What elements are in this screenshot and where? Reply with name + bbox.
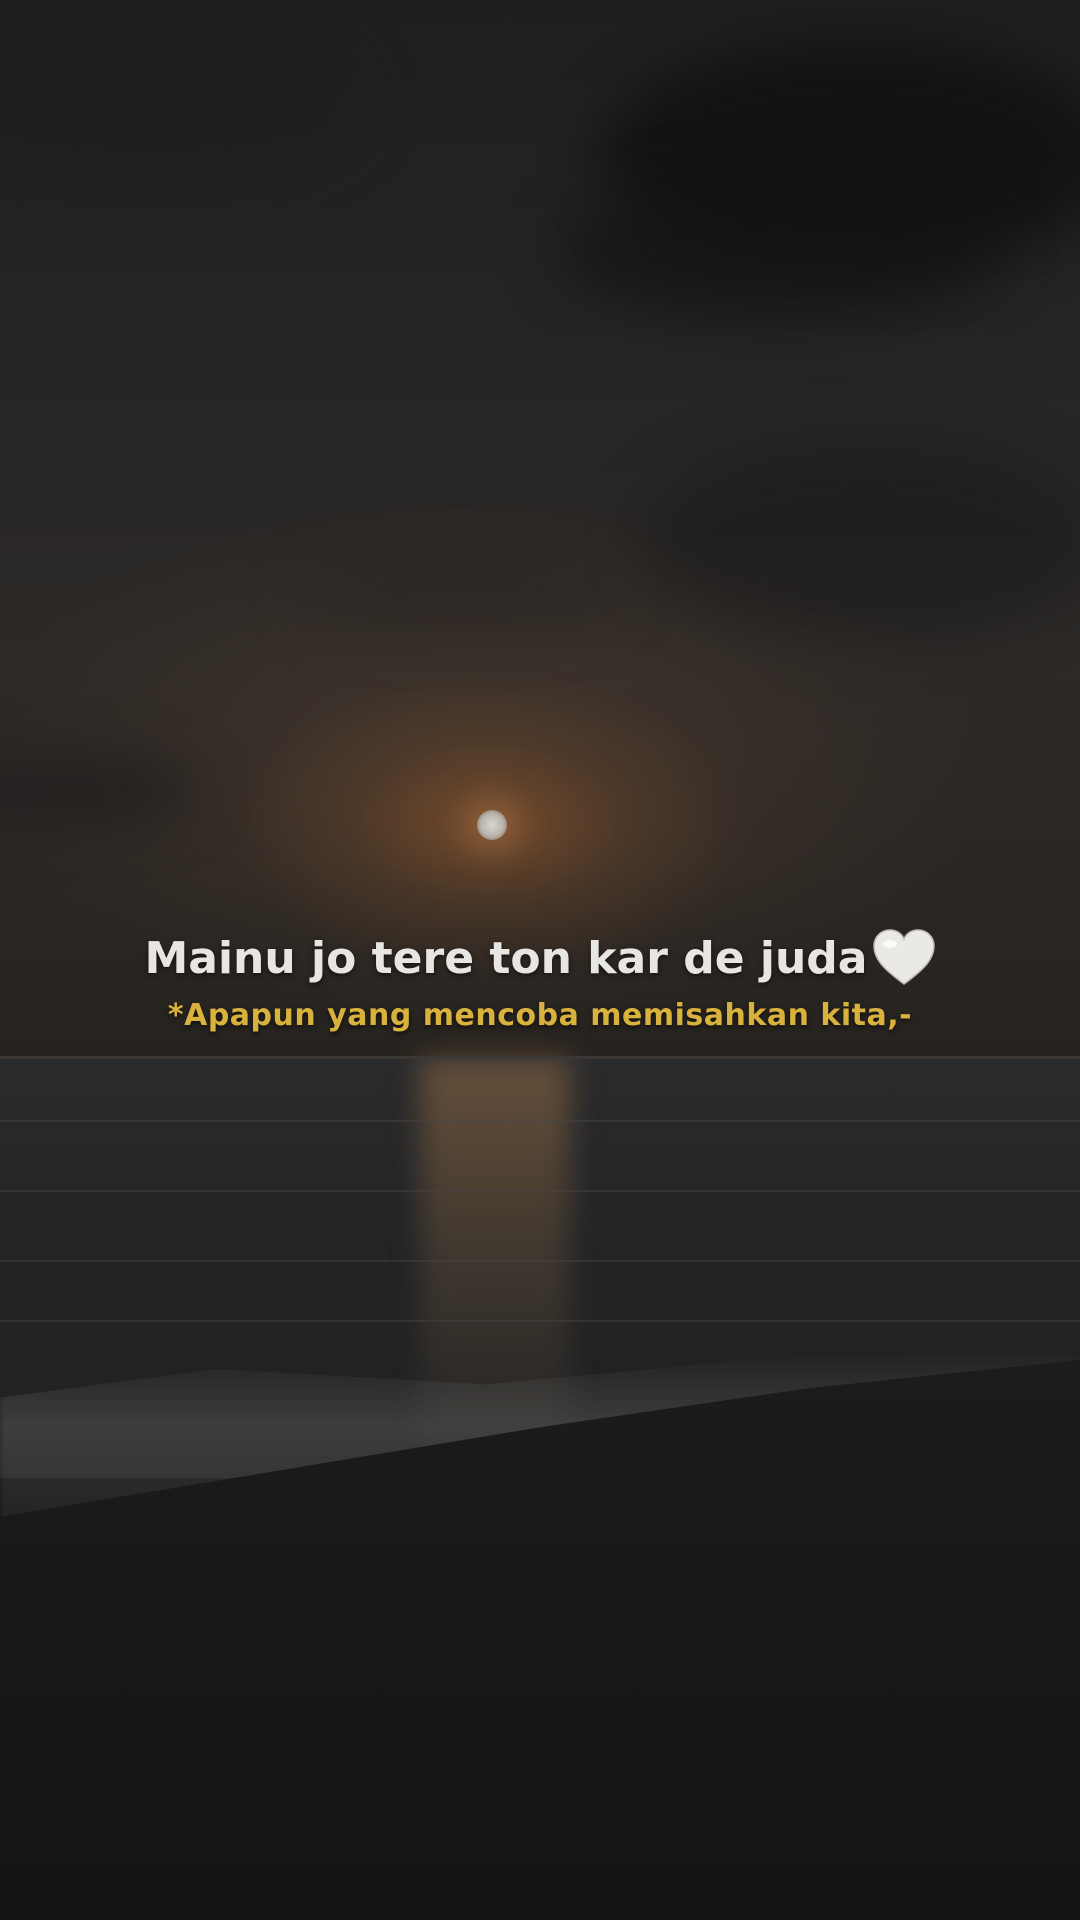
cloud <box>300 560 620 630</box>
wave-line <box>0 1320 1080 1322</box>
lyric-caption: Mainu jo tere ton kar de juda <box>144 928 935 988</box>
horizon <box>0 1056 1080 1059</box>
translation-caption: *Apapun yang mencoba memisahkan kita,- <box>167 998 913 1033</box>
lyric-text: Mainu jo tere ton kar de juda <box>144 932 868 984</box>
cloud <box>640 440 1080 640</box>
white-heart-icon <box>872 929 935 985</box>
wave-line <box>0 1260 1080 1262</box>
wave-line <box>0 1190 1080 1192</box>
sun <box>477 810 507 840</box>
background-photo: Mainu jo tere ton kar de juda *Apapun ya… <box>0 0 1080 1920</box>
wave-line <box>0 1120 1080 1122</box>
caption-block: Mainu jo tere ton kar de juda *Apapun ya… <box>0 928 1080 1033</box>
cloud <box>560 180 1000 320</box>
